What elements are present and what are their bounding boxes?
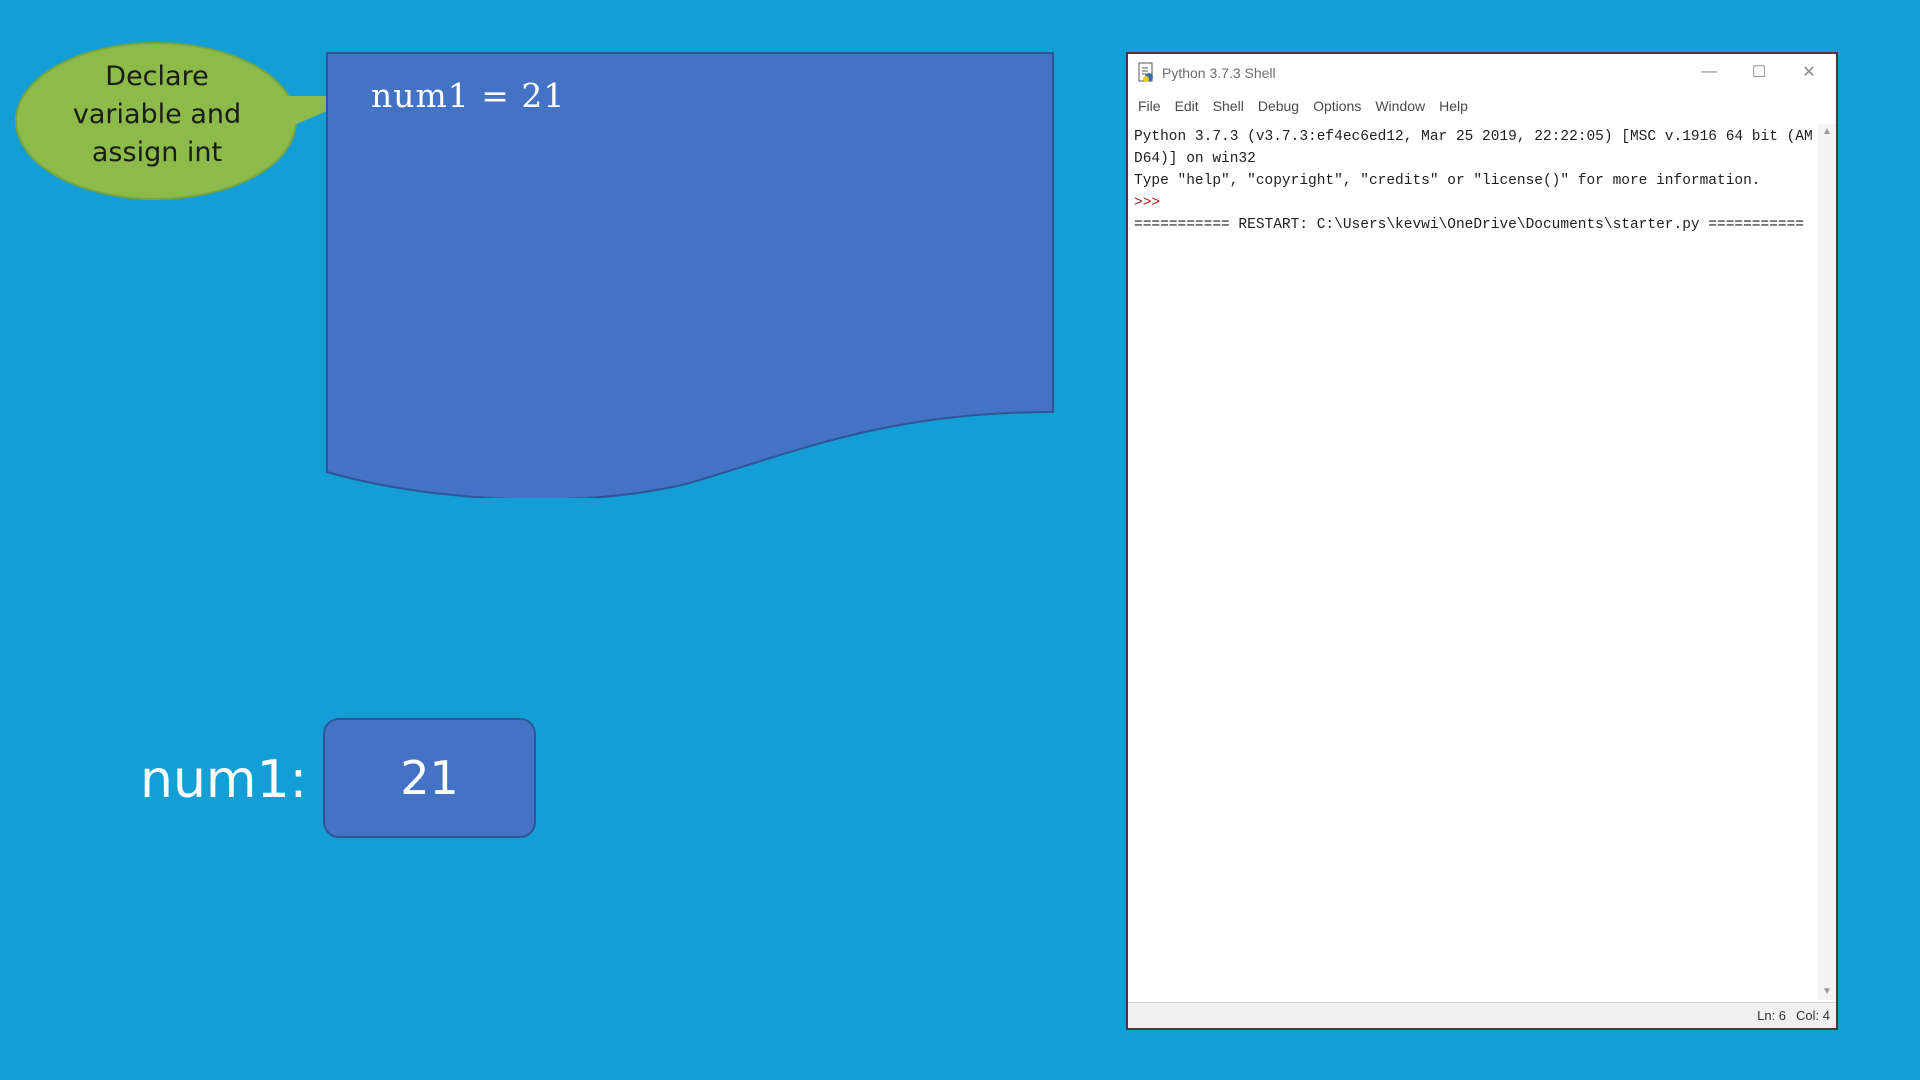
window-title: Python 3.7.3 Shell bbox=[1162, 65, 1276, 81]
menu-options[interactable]: Options bbox=[1313, 98, 1361, 114]
status-line: Ln: 6 bbox=[1757, 1008, 1787, 1023]
status-col: Col: 4 bbox=[1796, 1008, 1830, 1023]
menu-file[interactable]: File bbox=[1138, 98, 1161, 114]
menu-debug[interactable]: Debug bbox=[1258, 98, 1299, 114]
shell-console[interactable]: Python 3.7.3 (v3.7.3:ef4ec6ed12, Mar 25 … bbox=[1134, 126, 1814, 1000]
console-line: Type "help", "copyright", "credits" or "… bbox=[1134, 173, 1761, 189]
console-restart-line: =========== RESTART: C:\Users\kevwi\OneD… bbox=[1134, 217, 1805, 233]
vertical-scrollbar[interactable]: ▲ ▼ bbox=[1818, 124, 1836, 1000]
close-button[interactable]: ✕ bbox=[1786, 54, 1832, 90]
menu-window[interactable]: Window bbox=[1375, 98, 1425, 114]
window-titlebar[interactable]: Python 3.7.3 Shell — ☐ ✕ bbox=[1128, 54, 1836, 92]
python-shell-window[interactable]: Python 3.7.3 Shell — ☐ ✕ File Edit Shell… bbox=[1126, 52, 1838, 1030]
console-prompt: >>> bbox=[1134, 195, 1161, 211]
maximize-button[interactable]: ☐ bbox=[1736, 54, 1782, 90]
callout-text: Declare variable and assign int bbox=[72, 61, 242, 168]
code-line: num1 = 21 bbox=[371, 76, 566, 115]
minimize-button[interactable]: — bbox=[1686, 54, 1732, 90]
console-line: D64)] on win32 bbox=[1134, 151, 1256, 167]
code-document-shape bbox=[326, 52, 1054, 498]
console-line: Python 3.7.3 (v3.7.3:ef4ec6ed12, Mar 25 … bbox=[1134, 129, 1813, 145]
scroll-down-icon[interactable]: ▼ bbox=[1818, 984, 1836, 1000]
status-bar: Ln: 6 Col: 4 bbox=[1128, 1002, 1836, 1028]
scroll-up-icon[interactable]: ▲ bbox=[1818, 124, 1836, 140]
python-idle-icon bbox=[1138, 62, 1153, 82]
menu-bar: File Edit Shell Debug Options Window Hel… bbox=[1128, 94, 1836, 118]
variable-value-box: 21 bbox=[323, 718, 536, 838]
variable-name: num1: bbox=[140, 750, 308, 810]
menu-shell[interactable]: Shell bbox=[1213, 98, 1244, 114]
menu-help[interactable]: Help bbox=[1439, 98, 1468, 114]
variable-value: 21 bbox=[400, 751, 459, 805]
menu-edit[interactable]: Edit bbox=[1175, 98, 1199, 114]
